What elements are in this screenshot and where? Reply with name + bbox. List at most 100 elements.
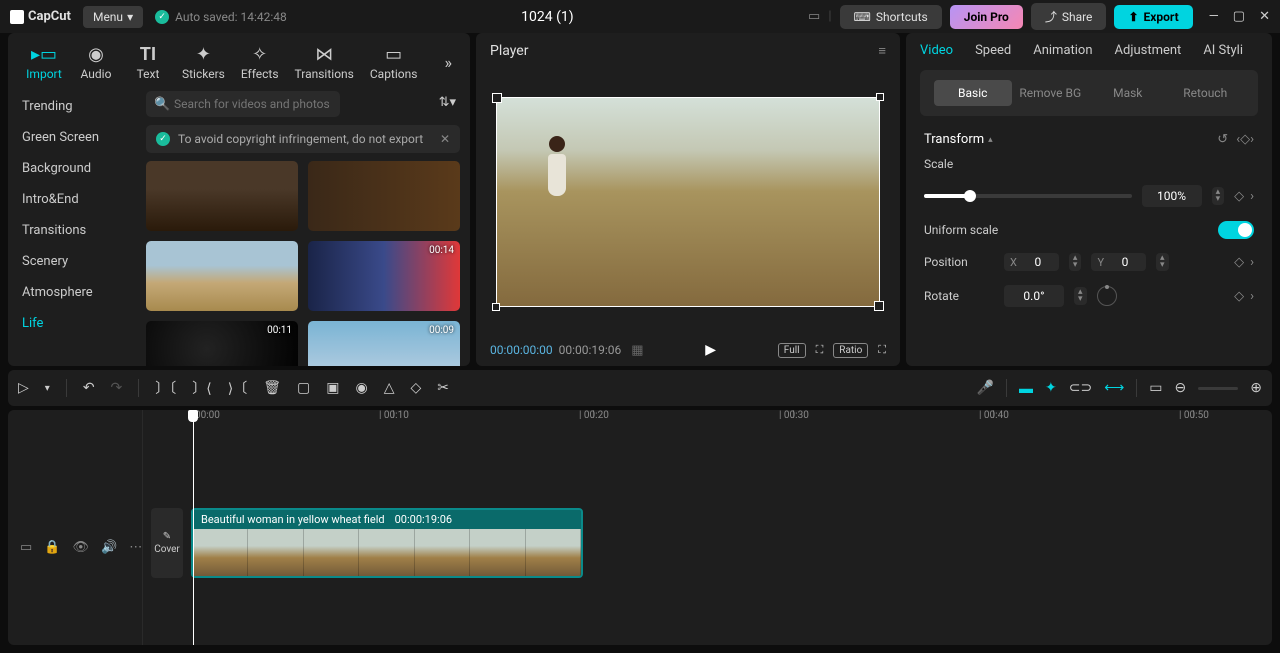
notice-close-icon[interactable]: ✕: [440, 132, 450, 146]
x-stepper[interactable]: ▴▾: [1069, 253, 1082, 271]
preview-icon[interactable]: ▭: [1149, 380, 1162, 396]
minimize-icon[interactable]: —: [1209, 9, 1219, 24]
shortcuts-button[interactable]: ⌨ Shortcuts: [840, 5, 942, 29]
dropdown-icon[interactable]: ▾: [45, 383, 50, 394]
speed-icon[interactable]: ◉: [355, 380, 367, 396]
scale-value[interactable]: 100%: [1142, 185, 1202, 207]
scale-stepper[interactable]: ▴▾: [1212, 187, 1225, 205]
sidebar-item-life[interactable]: Life: [8, 308, 136, 339]
tab-captions[interactable]: ▭Captions: [362, 39, 426, 85]
zoom-in-icon[interactable]: ⊕: [1250, 380, 1262, 396]
mic-icon[interactable]: 🎤: [977, 380, 994, 396]
track-visibility-icon[interactable]: ▭: [20, 540, 32, 555]
media-thumb[interactable]: [308, 161, 460, 231]
subtab-basic[interactable]: Basic: [934, 80, 1012, 106]
subtab-mask[interactable]: Mask: [1089, 80, 1167, 106]
full-button[interactable]: Full: [778, 343, 806, 358]
sidebar-item-greenscreen[interactable]: Green Screen: [8, 122, 136, 153]
join-pro-button[interactable]: Join Pro: [950, 5, 1023, 29]
trim-right-icon[interactable]: ⟩〔: [228, 378, 247, 398]
undo-icon[interactable]: ↶: [83, 380, 95, 396]
close-icon[interactable]: ✕: [1259, 9, 1270, 24]
search-input[interactable]: [146, 91, 340, 117]
display-options-icon[interactable]: ▦: [631, 343, 643, 358]
shield-icon[interactable]: ▢: [297, 380, 310, 396]
player-viewport[interactable]: [476, 69, 900, 334]
sidebar-item-trending[interactable]: Trending: [8, 91, 136, 122]
keyframe-icon[interactable]: ◇: [1234, 189, 1244, 204]
menu-button[interactable]: Menu▾: [83, 6, 143, 28]
player-menu-icon[interactable]: ≡: [878, 43, 886, 59]
zoom-slider[interactable]: [1198, 387, 1238, 390]
delete-icon[interactable]: 🗑: [263, 380, 281, 396]
zoom-out-icon[interactable]: ⊖: [1175, 380, 1187, 396]
rtab-ai[interactable]: AI Styli: [1203, 43, 1243, 58]
media-thumb[interactable]: [146, 241, 298, 311]
magnet-icon[interactable]: ▬: [1019, 380, 1033, 397]
media-thumb[interactable]: 00:14: [308, 241, 460, 311]
rotate-stepper[interactable]: ▴▾: [1074, 287, 1087, 305]
sidebar-item-scenery[interactable]: Scenery: [8, 246, 136, 277]
track-mute-icon[interactable]: 🔊: [101, 540, 117, 555]
keyframe-nav-icon[interactable]: ‹◇›: [1236, 132, 1254, 147]
scale-slider[interactable]: [924, 194, 1132, 198]
fullscreen-icon[interactable]: ⛶: [878, 343, 886, 357]
rtab-animation[interactable]: Animation: [1033, 43, 1092, 58]
tab-stickers[interactable]: ✦Stickers: [174, 39, 233, 85]
align-icon[interactable]: ⟷: [1104, 380, 1124, 396]
position-x-input[interactable]: X0: [1004, 253, 1059, 271]
sidebar-item-introend[interactable]: Intro&End: [8, 184, 136, 215]
duplicate-icon[interactable]: ▣: [326, 380, 339, 396]
tabs-more-icon[interactable]: »: [437, 45, 461, 80]
keyframe-icon[interactable]: ◇: [1234, 255, 1244, 270]
rtab-video[interactable]: Video: [920, 43, 953, 58]
tab-text[interactable]: TIText: [122, 39, 174, 85]
trim-left-icon[interactable]: 〕⟨: [192, 378, 211, 398]
sidebar-item-atmosphere[interactable]: Atmosphere: [8, 277, 136, 308]
transform-header[interactable]: Transform ▴: [924, 132, 993, 147]
keyframe-icon[interactable]: ◇: [1234, 289, 1244, 304]
cover-button[interactable]: ✎ Cover: [151, 508, 183, 578]
tab-transitions[interactable]: ⋈Transitions: [287, 39, 362, 85]
timeline-tracks[interactable]: 00:00 | 00:10 | 00:20 | 00:30 | 00:40 | …: [143, 410, 1280, 645]
position-y-input[interactable]: Y0: [1091, 253, 1146, 271]
play-button[interactable]: ▶: [705, 342, 716, 358]
redo-icon[interactable]: ↷: [111, 380, 123, 396]
track-eye-icon[interactable]: 👁: [72, 540, 89, 555]
snap-icon[interactable]: ✦: [1045, 380, 1057, 396]
timeline-clip[interactable]: Beautiful woman in yellow wheat field 00…: [191, 508, 583, 578]
tab-audio[interactable]: ◉Audio: [70, 39, 122, 85]
sidebar-item-background[interactable]: Background: [8, 153, 136, 184]
tab-import[interactable]: ▸▭Import: [18, 39, 70, 85]
media-thumb[interactable]: [146, 161, 298, 231]
tab-effects[interactable]: ✧Effects: [233, 39, 287, 85]
link-icon[interactable]: ⊂⊃: [1069, 380, 1092, 396]
rtab-speed[interactable]: Speed: [975, 43, 1011, 58]
split-icon[interactable]: 〕〔: [155, 378, 176, 398]
timeline-ruler[interactable]: 00:00 | 00:10 | 00:20 | 00:30 | 00:40 | …: [143, 410, 1280, 434]
media-thumb[interactable]: 00:09: [308, 321, 460, 366]
mirror-icon[interactable]: △: [384, 380, 395, 396]
share-button[interactable]: ⤴ Share: [1031, 3, 1107, 30]
reset-icon[interactable]: ↺: [1217, 132, 1228, 147]
filter-button[interactable]: ⇅▾: [435, 91, 460, 117]
select-tool-icon[interactable]: ▷: [18, 380, 29, 396]
subtab-retouch[interactable]: Retouch: [1167, 80, 1245, 106]
playhead[interactable]: [193, 410, 194, 645]
uniform-scale-toggle[interactable]: [1218, 221, 1254, 239]
maximize-icon[interactable]: ▢: [1233, 9, 1245, 24]
export-button[interactable]: ⬆ Export: [1114, 5, 1192, 29]
rotate-dial[interactable]: [1097, 286, 1117, 306]
rotate-icon[interactable]: ◇: [410, 380, 421, 396]
track-lock-icon[interactable]: 🔒: [44, 540, 60, 555]
y-stepper[interactable]: ▴▾: [1156, 253, 1169, 271]
layout-icon[interactable]: ▭: [808, 9, 820, 24]
ratio-button[interactable]: Ratio: [833, 343, 868, 358]
rotate-value[interactable]: 0.0°: [1004, 285, 1064, 307]
fit-icon[interactable]: ⛶: [816, 343, 824, 357]
media-thumb[interactable]: 00:11: [146, 321, 298, 366]
sidebar-item-transitions[interactable]: Transitions: [8, 215, 136, 246]
subtab-removebg[interactable]: Remove BG: [1012, 80, 1090, 106]
track-more-icon[interactable]: ⋯: [129, 540, 142, 555]
rtab-adjustment[interactable]: Adjustment: [1115, 43, 1182, 58]
